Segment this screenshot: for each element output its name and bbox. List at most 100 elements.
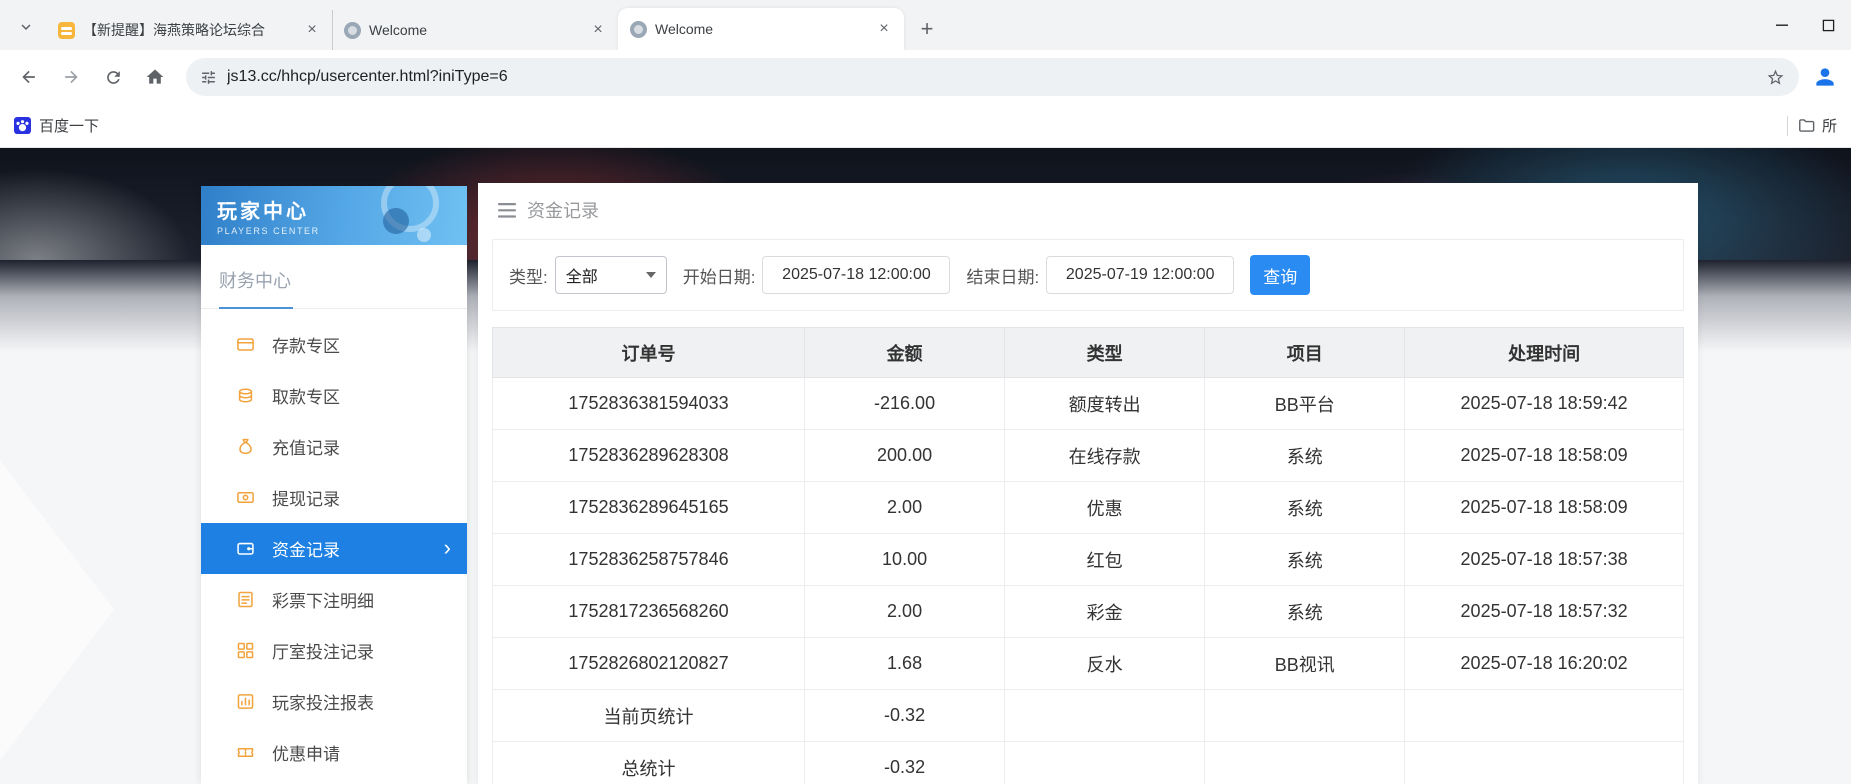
profile-avatar[interactable] <box>1809 61 1841 93</box>
hamburger-icon <box>498 203 516 218</box>
table-cell: 系统 <box>1205 482 1405 534</box>
table-cell: BB平台 <box>1205 378 1405 430</box>
omnibox[interactable]: js13.cc/hhcp/usercenter.html?iniType=6 <box>186 58 1799 96</box>
records-table: 订单号金额类型项目处理时间 1752836381594033-216.00额度转… <box>492 327 1684 784</box>
sidebar-item-label: 彩票下注明细 <box>272 587 374 612</box>
table-cell: -216.00 <box>805 378 1005 430</box>
chevron-right-icon: › <box>444 534 451 560</box>
tab-close-icon[interactable]: × <box>302 20 322 40</box>
tab-list: 【新提醒】海燕策略论坛综合×Welcome×Welcome× <box>46 0 904 50</box>
table-row: 当前页统计-0.32 <box>493 690 1684 742</box>
withdraw-coins-icon <box>235 386 255 406</box>
home-icon <box>145 67 165 87</box>
url-text[interactable]: js13.cc/hhcp/usercenter.html?iniType=6 <box>227 68 1756 86</box>
table-cell: 1752836289628308 <box>493 430 805 482</box>
report-chart-icon <box>235 692 255 712</box>
table-cell: 2025-07-18 18:59:42 <box>1405 378 1684 430</box>
sidebar-item-label: 玩家投注报表 <box>272 689 374 714</box>
end-date-input[interactable] <box>1046 256 1234 294</box>
page-viewport: 玩家中心 PLAYERS CENTER 财务中心 存款专区取款专区充值记录提现记… <box>0 148 1851 784</box>
table-cell: 1752836258757846 <box>493 534 805 586</box>
window-controls <box>1761 0 1849 50</box>
table-cell: 1752836289645165 <box>493 482 805 534</box>
hall-grid-icon <box>235 641 255 661</box>
sidebar-item[interactable]: 存款专区 <box>201 319 467 370</box>
table-cell: 系统 <box>1205 430 1405 482</box>
table-row: 17528172365682602.00彩金系统2025-07-18 18:57… <box>493 586 1684 638</box>
browser-tab[interactable]: 【新提醒】海燕策略论坛综合 × <box>46 10 332 50</box>
sidebar-item[interactable]: 提现记录 <box>201 472 467 523</box>
players-center-subtitle: PLAYERS CENTER <box>217 226 451 236</box>
tab-title: Welcome <box>655 21 866 37</box>
page-title: 资金记录 <box>527 197 599 223</box>
site-info-icon[interactable] <box>200 69 217 86</box>
table-row: 总统计-0.32 <box>493 742 1684 784</box>
bookmark-baidu[interactable]: 百度一下 <box>14 115 99 136</box>
sidebar-header: 玩家中心 PLAYERS CENTER <box>201 186 467 245</box>
back-icon <box>19 67 39 87</box>
new-tab-button[interactable]: + <box>910 12 944 46</box>
funds-wallet-icon <box>235 539 255 559</box>
bookmark-star-icon[interactable] <box>1766 68 1785 87</box>
table-cell <box>1205 742 1405 784</box>
sidebar-item[interactable]: 取款专区 <box>201 370 467 421</box>
browser-tab[interactable]: Welcome × <box>618 8 904 50</box>
sidebar-item-label: 充值记录 <box>272 434 340 459</box>
tab-search-button[interactable] <box>6 8 46 50</box>
table-cell: 2.00 <box>805 586 1005 638</box>
table-header-cell: 订单号 <box>493 328 805 378</box>
sidebar-item[interactable]: 厅室投注记录 <box>201 625 467 676</box>
type-select[interactable]: 全部 <box>555 256 667 294</box>
recharge-moneybag-icon <box>235 437 255 457</box>
maximize-icon <box>1823 20 1833 30</box>
browser-tab[interactable]: Welcome× <box>332 10 618 50</box>
start-date-input[interactable] <box>762 256 950 294</box>
back-button[interactable] <box>10 58 48 96</box>
finance-section-title: 财务中心 <box>201 259 467 309</box>
tab-close-icon[interactable]: × <box>588 20 608 40</box>
tab-close-icon[interactable]: × <box>874 19 894 39</box>
table-cell: 2025-07-18 18:58:09 <box>1405 430 1684 482</box>
site-favicon <box>630 21 647 38</box>
sidebar-item[interactable]: 优惠申请 <box>201 727 467 778</box>
start-date-label: 开始日期: <box>683 263 756 288</box>
minimize-button[interactable] <box>1761 8 1803 42</box>
page-title-bar: 资金记录 <box>478 183 1698 237</box>
sidebar-item[interactable]: 资金记录› <box>201 523 467 574</box>
table-row: 17528268021208271.68反水BB视讯2025-07-18 16:… <box>493 638 1684 690</box>
table-cell: 额度转出 <box>1005 378 1205 430</box>
forward-button[interactable] <box>52 58 90 96</box>
reload-button[interactable] <box>94 58 132 96</box>
table-header-cell: 处理时间 <box>1405 328 1684 378</box>
bookmarks-divider <box>1787 116 1788 136</box>
sidebar-item[interactable]: 玩家投注报表 <box>201 676 467 727</box>
search-button[interactable]: 查询 <box>1250 255 1310 295</box>
table-cell: 总统计 <box>493 742 805 784</box>
table-cell: 在线存款 <box>1005 430 1205 482</box>
table-header-cell: 金额 <box>805 328 1005 378</box>
table-cell <box>1405 742 1684 784</box>
table-header-cell: 项目 <box>1205 328 1405 378</box>
bookmarks-bar: 百度一下 所有书签 <box>0 104 1851 148</box>
sidebar-item-label: 厅室投注记录 <box>272 638 374 663</box>
all-bookmarks-button[interactable]: 所有书签 <box>1797 115 1837 136</box>
table-header-cell: 类型 <box>1005 328 1205 378</box>
type-label: 类型: <box>509 263 548 288</box>
sidebar-item[interactable]: 充值记录 <box>201 421 467 472</box>
table-cell: 优惠 <box>1005 482 1205 534</box>
reload-icon <box>104 68 123 87</box>
table-cell: 2025-07-18 16:20:02 <box>1405 638 1684 690</box>
table-row: 1752836289628308200.00在线存款系统2025-07-18 1… <box>493 430 1684 482</box>
lottery-list-icon <box>235 590 255 610</box>
sidebar-item[interactable]: 彩票下注明细 <box>201 574 467 625</box>
person-icon <box>1812 64 1838 90</box>
home-button[interactable] <box>136 58 174 96</box>
sidebar: 玩家中心 PLAYERS CENTER 财务中心 存款专区取款专区充值记录提现记… <box>201 186 467 784</box>
forum-favicon <box>58 22 75 39</box>
tab-title: 【新提醒】海燕策略论坛综合 <box>83 20 294 40</box>
table-cell: 2025-07-18 18:58:09 <box>1405 482 1684 534</box>
maximize-button[interactable] <box>1807 8 1849 42</box>
table-cell: 1.68 <box>805 638 1005 690</box>
table-cell: 2025-07-18 18:57:38 <box>1405 534 1684 586</box>
site-favicon <box>344 22 361 39</box>
